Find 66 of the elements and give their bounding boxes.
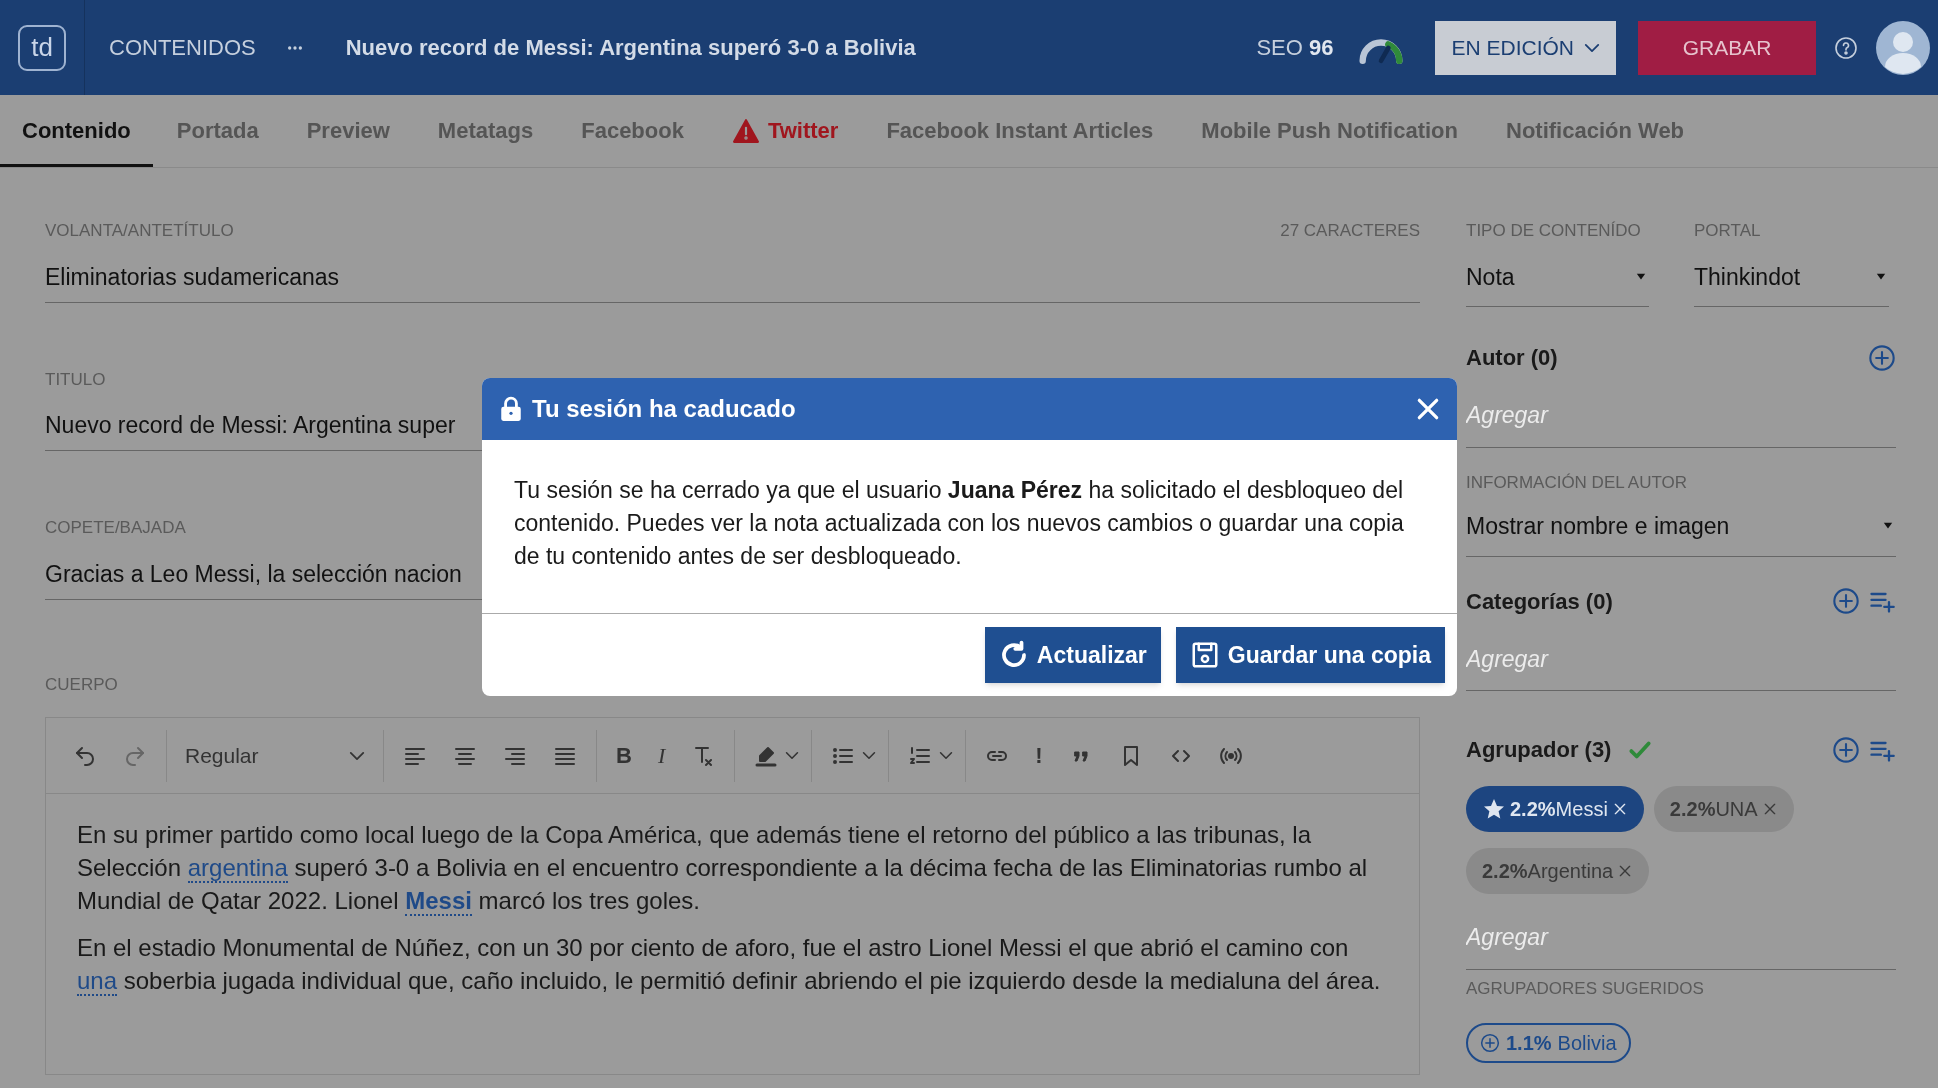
chevron-icon[interactable]	[939, 751, 954, 760]
select-dropdown[interactable]: Thinkindot	[1694, 259, 1889, 294]
add-icon[interactable]	[1832, 587, 1860, 615]
section-link[interactable]: CONTENIDOS	[109, 31, 256, 64]
lock-icon	[498, 394, 524, 424]
add-icon[interactable]	[1868, 343, 1896, 372]
save-copy-button[interactable]: Guardar una copia	[1175, 627, 1445, 683]
rich-text-editor[interactable]	[45, 717, 1420, 1075]
tag-chip[interactable]: 2.2%Argentina	[1466, 848, 1650, 894]
chevron-icon[interactable]	[862, 751, 877, 760]
logo[interactable]: td	[18, 24, 66, 71]
tab[interactable]: Twitter	[707, 94, 863, 167]
tag-chip[interactable]: 2.2%UNA	[1653, 786, 1794, 832]
tab[interactable]: Contenido	[0, 94, 153, 167]
section-title: Agrupador (3)	[1466, 736, 1612, 764]
field-label: COPETE/BAJADA	[45, 517, 186, 539]
chevron-icon[interactable]	[785, 751, 800, 760]
link[interactable]: Messi	[405, 887, 472, 916]
tab[interactable]: Metatags	[413, 94, 558, 167]
style-dropdown[interactable]: Regular	[185, 739, 365, 772]
text-field[interactable]: Eliminatorias sudamericanas	[45, 259, 339, 290]
alert-button[interactable]: !	[1035, 739, 1043, 772]
tab[interactable]: Facebook Instant Articles	[862, 94, 1178, 167]
field-label: VOLANTA/ANTETÍTULO	[45, 220, 234, 242]
bold-button[interactable]: B	[616, 739, 632, 772]
link[interactable]: argentina	[187, 854, 288, 883]
save-button[interactable]: GRABAR	[1638, 20, 1816, 75]
avatar[interactable]	[1876, 20, 1930, 75]
tab[interactable]: Mobile Push Notification	[1177, 94, 1482, 167]
field-label: TITULO	[45, 368, 106, 391]
body-paragraph: En su primer partido como local luego de la Copa América, que además tiene el retorno del público a las tribunas, la Selección argentina superó 3-0 a Bolivia en el encuentro correspondiente a la décima fecha de las Eliminatorias rumbo al Mundial de Qatar 2022. Lionel Messi marcó los tres goles.	[77, 820, 1369, 917]
tab[interactable]: Notificación Web	[1482, 94, 1709, 167]
add-icon	[1480, 1033, 1500, 1053]
modal-title: Tu sesión ha caducado	[532, 394, 796, 424]
tag-chip[interactable]: 2.2%Messi	[1466, 786, 1644, 832]
field-label: TIPO DE CONTENÍDO	[1466, 220, 1642, 242]
help-icon[interactable]	[1834, 35, 1858, 60]
seo-score: SEO 96	[1256, 34, 1334, 62]
modal-message: Tu sesión se ha cerrado ya que el usuario Juana Pérez ha solicitado el desbloqueo del contenido. Puedes ver la nota actualizada con los nuevos cambios o guardar una copia de tu contenido antes de ser desbloqueado.	[482, 440, 1457, 614]
chevron-icon	[349, 750, 365, 761]
warning-icon	[731, 117, 760, 144]
close-icon[interactable]	[1415, 396, 1441, 422]
section-title: Categorías (0)	[1466, 587, 1613, 616]
character-count: 27 CARACTERES	[1280, 220, 1420, 242]
document-title: Nuevo record de Messi: Argentina superó 3-0 a Bolivia	[345, 34, 916, 62]
tab[interactable]: Portada	[152, 94, 283, 167]
suggested-tag[interactable]: 1.1% Bolivia	[1466, 1023, 1631, 1063]
text-field[interactable]: Gracias a Leo Messi, la selección nacion	[45, 556, 462, 587]
field-label: AGRUPADORES SUGERIDOS	[1466, 977, 1705, 1000]
text-field[interactable]: Nuevo record de Messi: Argentina super	[45, 408, 456, 438]
select-dropdown[interactable]: Mostrar nombre e imagen	[1466, 509, 1896, 544]
link[interactable]: una	[77, 967, 118, 996]
tab[interactable]: Preview	[282, 94, 414, 167]
select-dropdown[interactable]: Nota	[1466, 259, 1649, 294]
refresh-button[interactable]: Actualizar	[984, 627, 1161, 683]
body-paragraph: En el estadio Monumental de Núñez, con un 30 por ciento de aforo, fue el astro Lionel Messi el que abrió el camino con una soberbia jugada individual que, caño incluido, le permitió definir abriendo el pie izquierdo desde la medialuna del área.	[77, 933, 1382, 997]
field-label: PORTAL	[1694, 220, 1762, 242]
star-icon	[1482, 797, 1506, 821]
section-title: Autor (0)	[1466, 344, 1558, 372]
status-dropdown[interactable]: EN EDICIÓN	[1435, 20, 1616, 75]
italic-button[interactable]: I	[657, 739, 666, 772]
tab[interactable]: Facebook	[557, 94, 708, 167]
field-label: INFORMACIÓN DEL AUTOR	[1466, 471, 1689, 494]
chevron-icon	[1584, 42, 1600, 53]
add-icon[interactable]	[1832, 735, 1860, 764]
field-label: CUERPO	[45, 673, 119, 696]
